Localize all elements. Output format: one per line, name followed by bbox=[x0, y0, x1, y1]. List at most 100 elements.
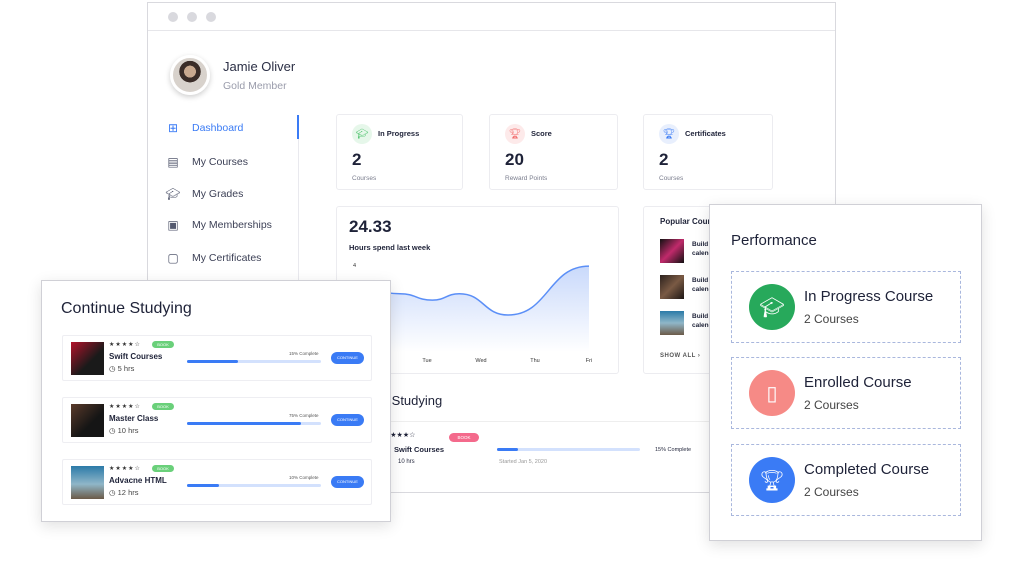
rating-stars: ★★★★☆ bbox=[109, 466, 141, 472]
avatar bbox=[170, 55, 210, 95]
progress-bar bbox=[187, 422, 321, 425]
performance-completed[interactable]: 🏆︎ Completed Course 2 Courses bbox=[731, 444, 961, 516]
badge: BOOK bbox=[152, 403, 174, 410]
course-row: ★★★★☆ BOOK Advacne HTML ◷ 12 hrs 10% Com… bbox=[62, 459, 372, 505]
stat-card-in-progress: 🎓︎ In Progress 2 Courses bbox=[336, 114, 463, 190]
course-title: Swift Courses bbox=[109, 352, 163, 361]
continue-button[interactable]: CONTINUE bbox=[331, 414, 364, 426]
continue-studying-card: Continue Studying ★★★★☆ BOOK Swift Cours… bbox=[41, 280, 391, 522]
chart-area bbox=[373, 266, 589, 352]
graduation-cap-icon: 🎓︎ bbox=[749, 284, 795, 330]
badge: BOOK bbox=[152, 341, 174, 348]
course-thumbnail bbox=[71, 404, 104, 437]
performance-item-title: Enrolled Course bbox=[804, 374, 912, 391]
rating-stars: ★★★★☆ bbox=[109, 342, 141, 348]
profile-tier: Gold Member bbox=[223, 80, 287, 92]
sidebar-divider bbox=[298, 115, 299, 285]
course-time: ◷ 12 hrs bbox=[109, 488, 139, 497]
progress-label: 10% Complete bbox=[289, 475, 319, 480]
window-dot[interactable] bbox=[187, 11, 197, 22]
course-thumbnail bbox=[660, 275, 684, 299]
x-tick-label: Thu bbox=[530, 358, 539, 364]
progress-fill bbox=[497, 448, 519, 451]
graduation-cap-icon: 🎓︎ bbox=[165, 187, 181, 201]
continue-button[interactable]: CONTINUE bbox=[331, 352, 364, 364]
course-title: Advacne HTML bbox=[109, 476, 167, 485]
performance-item-sub: 2 Courses bbox=[804, 312, 859, 326]
sidebar-item-my-certificates[interactable]: ▢ My Certificates bbox=[166, 251, 306, 265]
stat-value: 2 bbox=[659, 150, 669, 169]
book-icon: ▯ bbox=[749, 370, 795, 416]
sidebar-item-label: My Grades bbox=[192, 188, 244, 200]
stat-card-score: 🏆︎ Score 20 Reward Points bbox=[489, 114, 618, 190]
sidebar-item-my-courses[interactable]: ▤ My Courses bbox=[166, 155, 306, 169]
stat-label: In Progress bbox=[378, 129, 420, 138]
course-time-value: 5 hrs bbox=[117, 364, 135, 373]
clock-icon: ◷ bbox=[109, 364, 116, 373]
x-tick-label: Tue bbox=[422, 358, 431, 364]
rating-stars: ★★★★☆ bbox=[109, 404, 141, 410]
active-indicator bbox=[297, 115, 299, 139]
stat-value: 20 bbox=[505, 150, 524, 169]
sidebar-item-my-grades[interactable]: 🎓︎ My Grades bbox=[165, 187, 306, 201]
stat-sub: Courses bbox=[352, 175, 377, 182]
progress-fill bbox=[187, 484, 220, 487]
course-time-value: 12 hrs bbox=[117, 488, 139, 497]
profile-name: Jamie Oliver bbox=[223, 59, 296, 74]
sidebar-item-label: My Courses bbox=[192, 156, 249, 168]
badge: BOOK bbox=[449, 433, 479, 442]
trophy-icon: 🏆︎ bbox=[505, 124, 525, 144]
course-thumbnail bbox=[660, 311, 684, 335]
stat-sub: Courses bbox=[659, 175, 684, 182]
stat-label: Score bbox=[531, 129, 552, 138]
certificate-icon: ▢ bbox=[167, 251, 179, 265]
window-dot[interactable] bbox=[206, 11, 216, 22]
graduation-cap-icon: 🎓︎ bbox=[352, 124, 372, 144]
y-tick-label: 4 bbox=[353, 263, 356, 269]
sidebar-item-label: My Memberships bbox=[192, 219, 272, 231]
performance-item-sub: 2 Courses bbox=[804, 485, 859, 499]
course-thumbnail bbox=[71, 342, 104, 375]
badge: BOOK bbox=[152, 465, 174, 472]
course-title: Swift Courses bbox=[394, 445, 445, 454]
performance-title: Performance bbox=[731, 232, 817, 249]
x-tick-label: Fri bbox=[586, 358, 592, 364]
progress-bar bbox=[187, 360, 321, 363]
progress-bar bbox=[497, 448, 640, 451]
grid-icon: ⊞ bbox=[167, 121, 179, 135]
course-time: 10 hrs bbox=[398, 459, 415, 465]
performance-enrolled[interactable]: ▯ Enrolled Course 2 Courses bbox=[731, 357, 961, 429]
performance-item-title: In Progress Course bbox=[804, 288, 934, 305]
stat-label: Certificates bbox=[685, 129, 726, 138]
sidebar-item-label: My Certificates bbox=[192, 252, 262, 264]
performance-card: Performance 🎓︎ In Progress Course 2 Cour… bbox=[709, 204, 982, 541]
progress-label: 75% Complete bbox=[289, 413, 319, 418]
course-thumbnail bbox=[71, 466, 104, 499]
course-time-value: 10 hrs bbox=[117, 426, 139, 435]
trophy-icon: 🏆︎ bbox=[749, 457, 795, 503]
trophy-icon: 🏆︎ bbox=[659, 124, 679, 144]
id-badge-icon: ▣ bbox=[167, 218, 179, 232]
window-dot[interactable] bbox=[168, 11, 178, 22]
progress-bar bbox=[187, 484, 321, 487]
progress-label: 15% Complete bbox=[655, 447, 692, 453]
divider bbox=[336, 421, 716, 422]
course-row: ★★★★☆ BOOK Swift Courses ◷ 5 hrs 15% Com… bbox=[62, 335, 372, 381]
performance-item-sub: 2 Courses bbox=[804, 398, 859, 412]
clock-icon: ◷ bbox=[109, 426, 116, 435]
course-time: ◷ 5 hrs bbox=[109, 364, 134, 373]
title-bar bbox=[148, 3, 835, 31]
sidebar-item-dashboard[interactable]: ⊞ Dashboard bbox=[166, 121, 306, 135]
continue-button[interactable]: CONTINUE bbox=[331, 476, 364, 488]
performance-in-progress[interactable]: 🎓︎ In Progress Course 2 Courses bbox=[731, 271, 961, 343]
x-tick-label: Wed bbox=[475, 358, 486, 364]
course-time: ◷ 10 hrs bbox=[109, 426, 139, 435]
progress-fill bbox=[187, 422, 301, 425]
course-row: ★★★★☆ BOOK Master Class ◷ 10 hrs 75% Com… bbox=[62, 397, 372, 443]
course-title: Master Class bbox=[109, 414, 159, 423]
progress-fill bbox=[187, 360, 238, 363]
sidebar-item-my-memberships[interactable]: ▣ My Memberships bbox=[166, 218, 306, 232]
show-all-label: SHOW ALL bbox=[660, 353, 696, 359]
sidebar-item-label: Dashboard bbox=[192, 122, 244, 134]
show-all-link[interactable]: SHOW ALL › bbox=[660, 353, 700, 359]
